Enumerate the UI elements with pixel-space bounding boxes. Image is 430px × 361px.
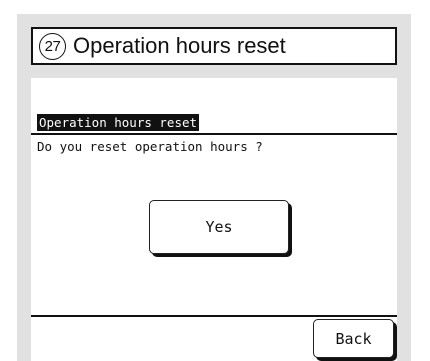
yes-button[interactable]: Yes [149,200,289,254]
heading-divider [31,133,397,135]
section-title: 27 Operation hours reset [31,27,397,65]
footer-divider [31,315,397,317]
confirmation-question: Do you reset operation hours ? [37,139,263,154]
device-screen: Operation hours reset Do you reset opera… [31,78,397,361]
section-number-badge: 27 [39,32,66,60]
back-button[interactable]: Back [313,319,394,358]
section-title-text: Operation hours reset [73,33,286,58]
screen-heading: Operation hours reset [37,114,200,131]
